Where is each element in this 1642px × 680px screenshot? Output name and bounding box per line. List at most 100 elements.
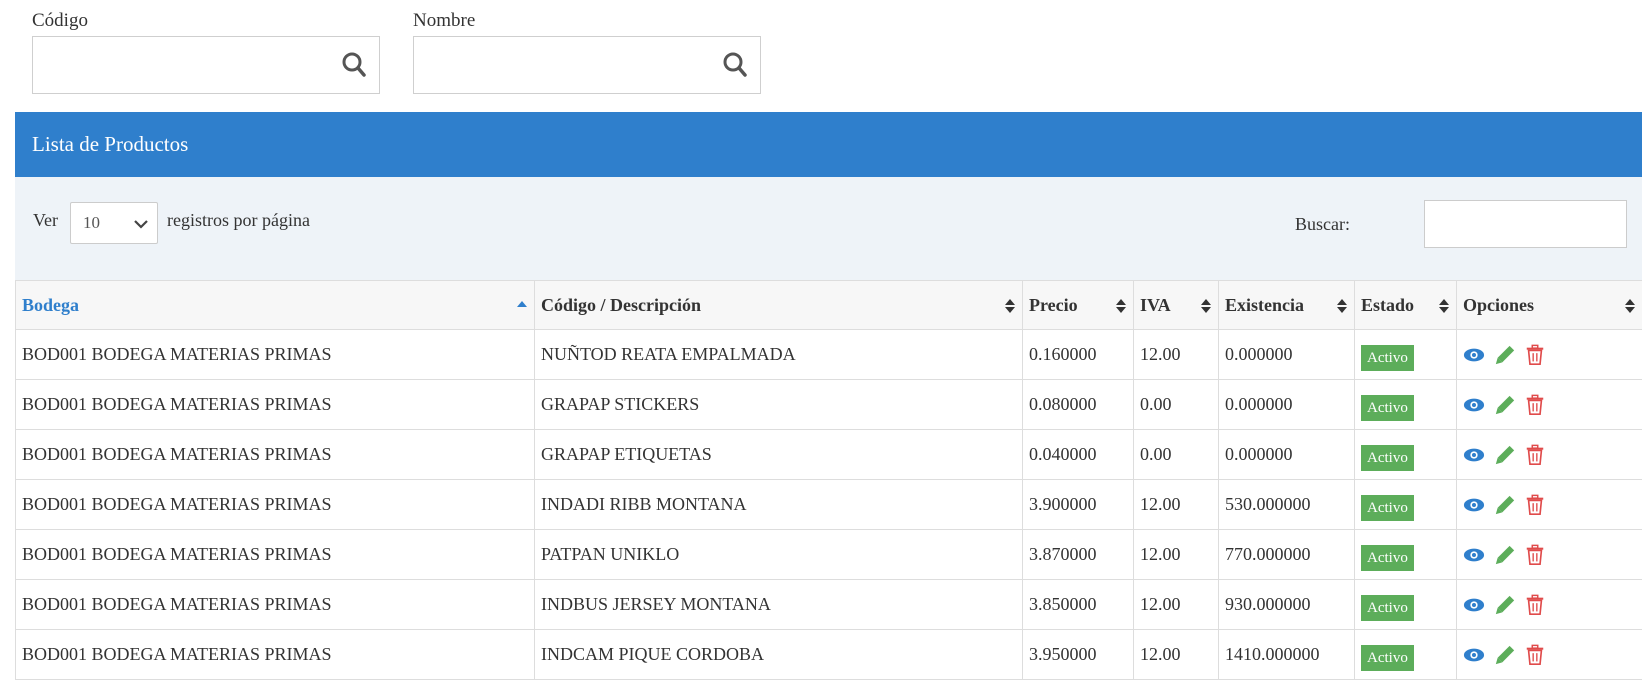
view-icon[interactable]: [1463, 543, 1485, 567]
sort-icon: [1336, 298, 1348, 314]
cell-bodega: BOD001 BODEGA MATERIAS PRIMAS: [16, 630, 535, 680]
cell-precio: 3.900000: [1023, 480, 1134, 530]
cell-bodega: BOD001 BODEGA MATERIAS PRIMAS: [16, 580, 535, 630]
view-icon[interactable]: [1463, 643, 1485, 667]
search-icon[interactable]: [722, 51, 748, 79]
delete-icon[interactable]: [1524, 393, 1546, 417]
sort-icon: [1624, 298, 1636, 314]
codigo-filter: Código: [32, 10, 380, 94]
cell-existencia: 0.000000: [1219, 380, 1355, 430]
cell-precio: 3.850000: [1023, 580, 1134, 630]
nombre-label: Nombre: [413, 10, 761, 36]
column-header-iva[interactable]: IVA: [1134, 281, 1219, 330]
cell-precio: 3.950000: [1023, 630, 1134, 680]
column-header-codigo[interactable]: Código / Descripción: [535, 281, 1023, 330]
cell-codigo: INDADI RIBB MONTANA: [535, 480, 1023, 530]
search-icon[interactable]: [341, 51, 367, 79]
delete-icon[interactable]: [1524, 343, 1546, 367]
edit-icon[interactable]: [1494, 393, 1516, 417]
cell-estado: Activo: [1355, 430, 1457, 480]
sort-icon: [1200, 298, 1212, 314]
edit-icon[interactable]: [1494, 343, 1516, 367]
status-badge: Activo: [1361, 495, 1414, 521]
table-row: BOD001 BODEGA MATERIAS PRIMAS GRAPAP ETI…: [16, 430, 1642, 480]
codigo-field-box: [32, 36, 380, 94]
sort-icon: [1115, 298, 1127, 314]
nombre-field-box: [413, 36, 761, 94]
edit-icon[interactable]: [1494, 543, 1516, 567]
column-header-label: Opciones: [1463, 295, 1534, 315]
column-header-precio[interactable]: Precio: [1023, 281, 1134, 330]
cell-iva: 12.00: [1134, 530, 1219, 580]
view-icon[interactable]: [1463, 493, 1485, 517]
edit-icon[interactable]: [1494, 643, 1516, 667]
edit-icon[interactable]: [1494, 493, 1516, 517]
column-header-opciones[interactable]: Opciones: [1457, 281, 1642, 330]
table-row: BOD001 BODEGA MATERIAS PRIMAS GRAPAP STI…: [16, 380, 1642, 430]
cell-bodega: BOD001 BODEGA MATERIAS PRIMAS: [16, 480, 535, 530]
cell-estado: Activo: [1355, 380, 1457, 430]
cell-codigo: NUÑTOD REATA EMPALMADA: [535, 330, 1023, 380]
table-row: BOD001 BODEGA MATERIAS PRIMAS NUÑTOD REA…: [16, 330, 1642, 380]
cell-bodega: BOD001 BODEGA MATERIAS PRIMAS: [16, 380, 535, 430]
nombre-input[interactable]: [414, 37, 760, 93]
delete-icon[interactable]: [1524, 593, 1546, 617]
panel-title: Lista de Productos: [15, 112, 1642, 177]
cell-iva: 0.00: [1134, 380, 1219, 430]
sort-icon: [1004, 298, 1016, 314]
nombre-filter: Nombre: [413, 10, 761, 94]
cell-opciones: [1457, 530, 1642, 580]
view-icon[interactable]: [1463, 393, 1485, 417]
cell-precio: 3.870000: [1023, 530, 1134, 580]
cell-precio: 0.040000: [1023, 430, 1134, 480]
cell-opciones: [1457, 380, 1642, 430]
cell-estado: Activo: [1355, 330, 1457, 380]
cell-opciones: [1457, 580, 1642, 630]
edit-icon[interactable]: [1494, 593, 1516, 617]
table-header-row: Bodega Código / Descripción Precio IVA E…: [16, 281, 1642, 330]
view-icon[interactable]: [1463, 343, 1485, 367]
per-page-label: registros por página: [167, 210, 310, 231]
column-header-label: Bodega: [22, 295, 79, 315]
table-row: BOD001 BODEGA MATERIAS PRIMAS INDADI RIB…: [16, 480, 1642, 530]
table-controls: Ver 10 registros por página Buscar:: [15, 177, 1642, 280]
filter-bar: Código Nombre: [0, 0, 1642, 110]
cell-existencia: 1410.000000: [1219, 630, 1355, 680]
column-header-label: Existencia: [1225, 295, 1304, 315]
cell-opciones: [1457, 330, 1642, 380]
delete-icon[interactable]: [1524, 643, 1546, 667]
cell-opciones: [1457, 630, 1642, 680]
cell-estado: Activo: [1355, 630, 1457, 680]
cell-estado: Activo: [1355, 530, 1457, 580]
codigo-input[interactable]: [33, 37, 379, 93]
edit-icon[interactable]: [1494, 443, 1516, 467]
codigo-label: Código: [32, 10, 380, 36]
cell-bodega: BOD001 BODEGA MATERIAS PRIMAS: [16, 530, 535, 580]
page-length-value: 10: [83, 213, 100, 233]
column-header-existencia[interactable]: Existencia: [1219, 281, 1355, 330]
page-length-select[interactable]: 10: [70, 202, 158, 244]
cell-existencia: 770.000000: [1219, 530, 1355, 580]
cell-codigo: PATPAN UNIKLO: [535, 530, 1023, 580]
sort-asc-icon: [516, 298, 528, 314]
cell-existencia: 0.000000: [1219, 430, 1355, 480]
view-icon[interactable]: [1463, 593, 1485, 617]
status-badge: Activo: [1361, 445, 1414, 471]
cell-existencia: 0.000000: [1219, 330, 1355, 380]
products-table: Bodega Código / Descripción Precio IVA E…: [15, 280, 1642, 680]
cell-iva: 12.00: [1134, 630, 1219, 680]
cell-estado: Activo: [1355, 580, 1457, 630]
status-badge: Activo: [1361, 595, 1414, 621]
cell-estado: Activo: [1355, 480, 1457, 530]
column-header-bodega[interactable]: Bodega: [16, 281, 535, 330]
cell-iva: 0.00: [1134, 430, 1219, 480]
status-badge: Activo: [1361, 545, 1414, 571]
delete-icon[interactable]: [1524, 543, 1546, 567]
view-icon[interactable]: [1463, 443, 1485, 467]
column-header-estado[interactable]: Estado: [1355, 281, 1457, 330]
delete-icon[interactable]: [1524, 443, 1546, 467]
ver-label: Ver: [33, 210, 58, 231]
delete-icon[interactable]: [1524, 493, 1546, 517]
cell-iva: 12.00: [1134, 330, 1219, 380]
table-search-input[interactable]: [1424, 200, 1627, 248]
